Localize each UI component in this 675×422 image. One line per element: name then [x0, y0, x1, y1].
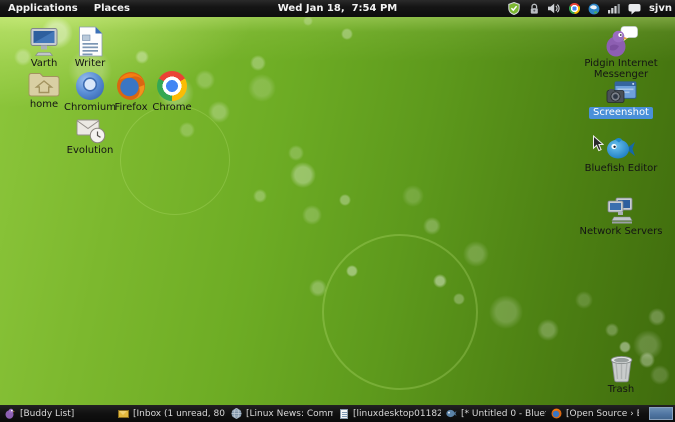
- menu-applications[interactable]: Applications: [0, 0, 86, 17]
- icon-label: Firefox: [114, 102, 147, 113]
- username[interactable]: sjvn: [648, 3, 672, 14]
- icon-label: home: [30, 99, 58, 110]
- trash-can-icon: [608, 354, 635, 383]
- chrome-icon: [157, 71, 187, 101]
- taskbar-item-label: [* Untitled 0 - Bluefi...: [461, 409, 546, 419]
- taskbar-item-label: [Buddy List]: [20, 409, 74, 419]
- bokeh-ring: [120, 105, 230, 215]
- evolution-mail-clock-icon: [75, 114, 106, 144]
- menu-places[interactable]: Places: [86, 0, 138, 17]
- workspace-switcher[interactable]: [649, 407, 673, 420]
- icon-label: Bluefish Editor: [585, 163, 658, 174]
- taskbar-item-label: [Open Source › Edit ...: [566, 409, 639, 419]
- taskbar-item-bluefish-untitled[interactable]: [* Untitled 0 - Bluefi...: [446, 406, 546, 421]
- desktop-icon-writer[interactable]: Writer: [62, 26, 118, 69]
- bokeh-ring: [322, 234, 478, 390]
- desktop-icon-chrome[interactable]: Chrome: [146, 71, 198, 113]
- desktop-icon-evolution[interactable]: Evolution: [62, 114, 118, 156]
- taskbar-item-linuxdesktop-doc[interactable]: [linuxdesktop01182...: [338, 406, 441, 421]
- taskbar-item-open-source-edit[interactable]: [Open Source › Edit ...: [551, 406, 639, 421]
- chat-bubble-icon[interactable]: [628, 2, 641, 15]
- computer-icon: [27, 27, 61, 57]
- taskbar-item-buddy-list[interactable]: [Buddy List]: [5, 406, 113, 421]
- icon-label: Evolution: [67, 145, 114, 156]
- icon-label: Pidgin Internet Messenger: [579, 58, 663, 80]
- taskbar-item-label: [linuxdesktop01182...: [353, 409, 441, 419]
- bottom-panel: [Buddy List] [Inbox (1 unread, 80... [Li…: [0, 405, 675, 422]
- taskbar-item-label: [Inbox (1 unread, 80...: [133, 409, 226, 419]
- icon-label: Writer: [75, 58, 106, 69]
- taskbar-item-linux-news[interactable]: [Linux News: Comm...: [231, 406, 333, 421]
- icon-label: Trash: [608, 384, 634, 395]
- clock[interactable]: Wed Jan 18, 7:54 PM: [278, 3, 397, 14]
- mouse-cursor: [592, 135, 604, 156]
- system-tray: sjvn: [508, 0, 672, 17]
- icon-label: Chrome: [152, 102, 191, 113]
- globe-mini-icon: [231, 408, 242, 419]
- screenshot-camera-icon: [606, 81, 637, 106]
- icon-label-selected: Screenshot: [589, 107, 653, 119]
- mail-mini-icon: [118, 408, 129, 419]
- volume-icon[interactable]: [548, 2, 561, 15]
- icon-label: Varth: [31, 58, 58, 69]
- globe-update-icon[interactable]: [588, 2, 601, 15]
- writer-document-icon: [78, 26, 103, 57]
- network-servers-icon: [604, 197, 638, 225]
- document-mini-icon: [338, 408, 349, 419]
- firefox-icon: [116, 71, 146, 101]
- desktop-icon-screenshot[interactable]: Screenshot: [585, 81, 657, 119]
- firefox-mini-icon: [551, 408, 562, 419]
- bluefish-icon: [606, 136, 636, 162]
- chrome-icon[interactable]: [568, 2, 581, 15]
- desktop-screen: Applications Places Wed Jan 18, 7:54 PM: [0, 0, 675, 422]
- desktop-icon-trash[interactable]: Trash: [593, 354, 649, 395]
- taskbar-item-label: [Linux News: Comm...: [246, 409, 333, 419]
- bluefish-mini-icon: [446, 408, 457, 419]
- home-folder-icon: [27, 71, 61, 98]
- pidgin-mini-icon: [5, 408, 16, 419]
- pidgin-bird-icon: [603, 26, 639, 57]
- desktop-icon-network-servers[interactable]: Network Servers: [577, 197, 665, 237]
- top-panel: Applications Places Wed Jan 18, 7:54 PM: [0, 0, 675, 17]
- keyring-lock-icon[interactable]: [528, 2, 541, 15]
- wallpaper: Varth Writer home Chromium Firefox: [0, 17, 675, 405]
- network-signal-icon[interactable]: [608, 2, 621, 15]
- chromium-icon: [75, 71, 105, 101]
- icon-label: Network Servers: [580, 226, 663, 237]
- taskbar-item-inbox[interactable]: [Inbox (1 unread, 80...: [118, 406, 226, 421]
- shield-security-icon[interactable]: [508, 2, 521, 15]
- desktop-icon-pidgin[interactable]: Pidgin Internet Messenger: [579, 26, 663, 80]
